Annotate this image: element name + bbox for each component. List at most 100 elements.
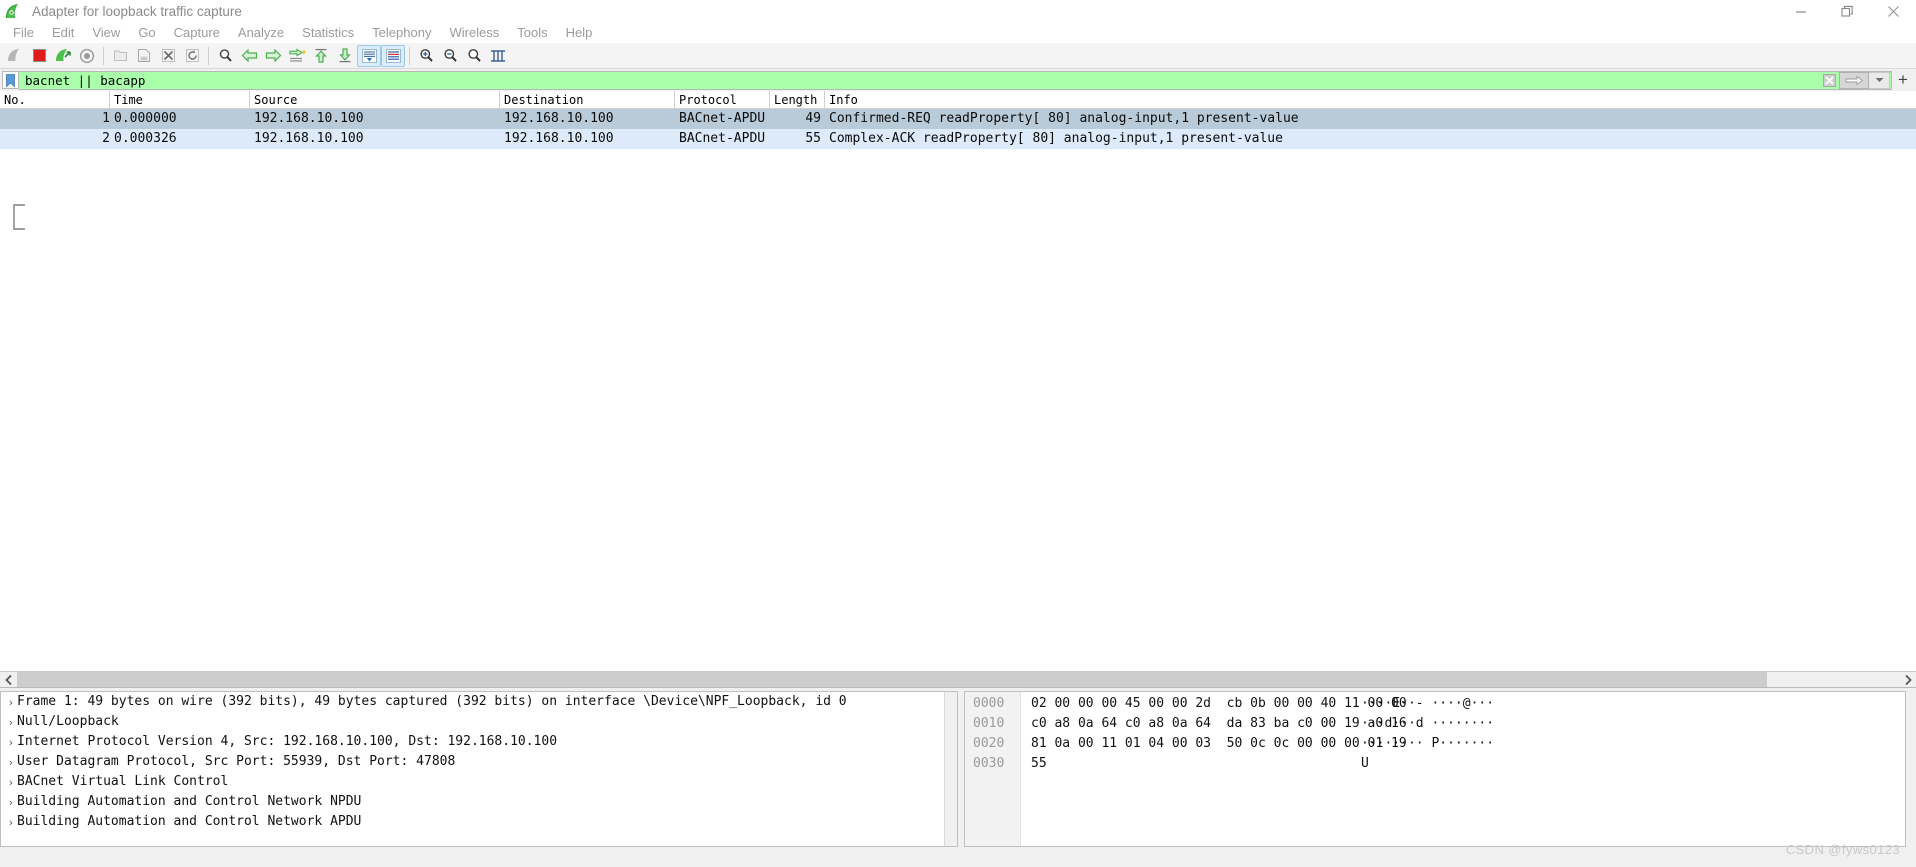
menu-item-capture[interactable]: Capture bbox=[165, 23, 229, 43]
display-filter-buttons bbox=[1820, 71, 1890, 89]
cell-no: 2 bbox=[102, 131, 110, 146]
column-header-source[interactable]: Source bbox=[250, 90, 500, 109]
chevron-right-icon[interactable]: › bbox=[5, 712, 17, 732]
hex-offset: 0010 bbox=[973, 716, 1005, 731]
filter-history-dropdown[interactable] bbox=[1869, 71, 1890, 89]
find-packet-button[interactable] bbox=[213, 45, 237, 67]
menu-item-statistics[interactable]: Statistics bbox=[293, 23, 363, 43]
zoom-in-button[interactable] bbox=[414, 45, 438, 67]
column-header-protocol[interactable]: Protocol bbox=[675, 90, 770, 109]
go-back-button[interactable] bbox=[237, 45, 261, 67]
zoom-reset-button[interactable] bbox=[462, 45, 486, 67]
start-capture-button[interactable] bbox=[3, 45, 27, 67]
colorize-button[interactable] bbox=[381, 44, 405, 67]
menu-item-telephony[interactable]: Telephony bbox=[363, 23, 440, 43]
details-vscrollbar[interactable] bbox=[944, 692, 957, 846]
go-first-packet-button[interactable] bbox=[309, 45, 333, 67]
go-last-packet-button[interactable] bbox=[333, 45, 357, 67]
chevron-right-icon[interactable]: › bbox=[5, 812, 17, 832]
apply-filter-button[interactable] bbox=[1839, 71, 1869, 89]
chevron-right-icon[interactable]: › bbox=[5, 692, 17, 712]
go-forward-button[interactable] bbox=[261, 45, 285, 67]
title-bar: Adapter for loopback traffic capture bbox=[0, 0, 1916, 23]
hex-ascii: U bbox=[1361, 756, 1369, 771]
window-title: Adapter for loopback traffic capture bbox=[32, 4, 242, 19]
detail-row[interactable]: › User Datagram Protocol, Src Port: 5593… bbox=[1, 752, 957, 772]
menu-bar: File Edit View Go Capture Analyze Statis… bbox=[0, 23, 1916, 43]
chevron-right-icon[interactable]: › bbox=[5, 732, 17, 752]
go-to-packet-button[interactable] bbox=[285, 45, 309, 67]
table-row[interactable]: 2 0.000326 192.168.10.100 192.168.10.100… bbox=[0, 129, 1916, 149]
hscroll-track[interactable] bbox=[17, 672, 1899, 687]
hex-bytes-column[interactable]: 02 00 00 00 45 00 00 2d cb 0b 00 00 40 1… bbox=[1021, 692, 1905, 846]
reload-file-button[interactable] bbox=[180, 45, 204, 67]
detail-row[interactable]: › Building Automation and Control Networ… bbox=[1, 812, 957, 832]
close-file-button[interactable] bbox=[156, 45, 180, 67]
menu-item-tools[interactable]: Tools bbox=[508, 23, 556, 43]
hscroll-thumb[interactable] bbox=[17, 672, 1768, 687]
packet-details-pane[interactable]: › Frame 1: 49 bytes on wire (392 bits), … bbox=[0, 691, 958, 847]
hex-bytes: c0 a8 0a 64 c0 a8 0a 64 da 83 ba c0 00 1… bbox=[1031, 716, 1407, 731]
hex-offset-row: 0020 bbox=[965, 734, 1020, 754]
table-row[interactable]: 1 0.000000 192.168.10.100 192.168.10.100… bbox=[0, 109, 1916, 129]
detail-row[interactable]: › BACnet Virtual Link Control bbox=[1, 772, 957, 792]
watermark-text: CSDN @fyws0123 bbox=[1785, 842, 1900, 857]
packet-list-hscrollbar[interactable] bbox=[0, 671, 1916, 688]
cell-destination: 192.168.10.100 bbox=[504, 131, 614, 146]
menu-item-help[interactable]: Help bbox=[557, 23, 602, 43]
hex-row[interactable]: 55 U bbox=[1021, 754, 1905, 774]
minimize-button[interactable] bbox=[1778, 0, 1824, 23]
toolbar-separator bbox=[103, 46, 104, 65]
scroll-right-button[interactable] bbox=[1899, 672, 1916, 687]
column-header-destination[interactable]: Destination bbox=[500, 90, 675, 109]
menu-item-wireless[interactable]: Wireless bbox=[440, 23, 508, 43]
main-toolbar bbox=[0, 43, 1916, 69]
wireshark-fin-logo-icon bbox=[4, 3, 26, 21]
menu-item-view[interactable]: View bbox=[83, 23, 129, 43]
save-file-button[interactable] bbox=[132, 45, 156, 67]
detail-row[interactable]: › Internet Protocol Version 4, Src: 192.… bbox=[1, 732, 957, 752]
detail-row[interactable]: › Frame 1: 49 bytes on wire (392 bits), … bbox=[1, 692, 957, 712]
window-controls bbox=[1778, 0, 1916, 23]
column-header-length[interactable]: Length bbox=[770, 90, 825, 109]
capture-options-button[interactable] bbox=[75, 45, 99, 67]
menu-item-edit[interactable]: Edit bbox=[43, 23, 83, 43]
packet-bytes-pane[interactable]: 0000 0010 0020 0030 02 00 00 00 45 00 00… bbox=[964, 691, 1906, 847]
chevron-right-icon[interactable]: › bbox=[5, 752, 17, 772]
display-filter-input[interactable]: bacnet || bacapp bbox=[19, 70, 1892, 90]
restore-button[interactable] bbox=[1824, 0, 1870, 23]
chevron-right-icon[interactable]: › bbox=[5, 772, 17, 792]
hex-row[interactable]: 81 0a 00 11 01 04 00 03 50 0c 0c 00 00 0… bbox=[1021, 734, 1905, 754]
column-header-time[interactable]: Time bbox=[110, 90, 250, 109]
hex-bytes: 81 0a 00 11 01 04 00 03 50 0c 0c 00 00 0… bbox=[1031, 736, 1407, 751]
detail-row-label: Building Automation and Control Network … bbox=[17, 814, 362, 829]
cell-protocol: BACnet-APDU bbox=[679, 131, 766, 146]
menu-item-analyze[interactable]: Analyze bbox=[229, 23, 293, 43]
add-filter-button[interactable]: + bbox=[1892, 70, 1914, 90]
menu-item-go[interactable]: Go bbox=[129, 23, 164, 43]
detail-row[interactable]: › Null/Loopback bbox=[1, 712, 957, 732]
hex-row[interactable]: c0 a8 0a 64 c0 a8 0a 64 da 83 ba c0 00 1… bbox=[1021, 714, 1905, 734]
cell-info: Complex-ACK readProperty[ 80] analog-inp… bbox=[829, 131, 1283, 146]
cell-destination: 192.168.10.100 bbox=[504, 111, 614, 126]
bookmark-icon[interactable] bbox=[2, 71, 19, 89]
resize-columns-button[interactable] bbox=[486, 45, 510, 67]
stop-capture-button[interactable] bbox=[27, 45, 51, 67]
cell-source: 192.168.10.100 bbox=[254, 131, 364, 146]
hex-row[interactable]: 02 00 00 00 45 00 00 2d cb 0b 00 00 40 1… bbox=[1021, 694, 1905, 714]
display-filter-bar: bacnet || bacapp + bbox=[0, 69, 1916, 91]
restart-capture-button[interactable] bbox=[51, 45, 75, 67]
clear-filter-button[interactable] bbox=[1820, 72, 1839, 89]
menu-item-file[interactable]: File bbox=[4, 23, 43, 43]
display-filter-value: bacnet || bacapp bbox=[25, 72, 146, 88]
zoom-out-button[interactable] bbox=[438, 45, 462, 67]
column-header-info[interactable]: Info bbox=[825, 91, 1910, 109]
scroll-left-button[interactable] bbox=[0, 672, 17, 687]
close-button[interactable] bbox=[1870, 0, 1916, 23]
detail-row[interactable]: › Building Automation and Control Networ… bbox=[1, 792, 957, 812]
hex-offset: 0020 bbox=[973, 736, 1005, 751]
open-file-button[interactable] bbox=[108, 45, 132, 67]
column-header-no[interactable]: No. bbox=[0, 90, 110, 109]
chevron-right-icon[interactable]: › bbox=[5, 792, 17, 812]
auto-scroll-button[interactable] bbox=[357, 44, 381, 67]
